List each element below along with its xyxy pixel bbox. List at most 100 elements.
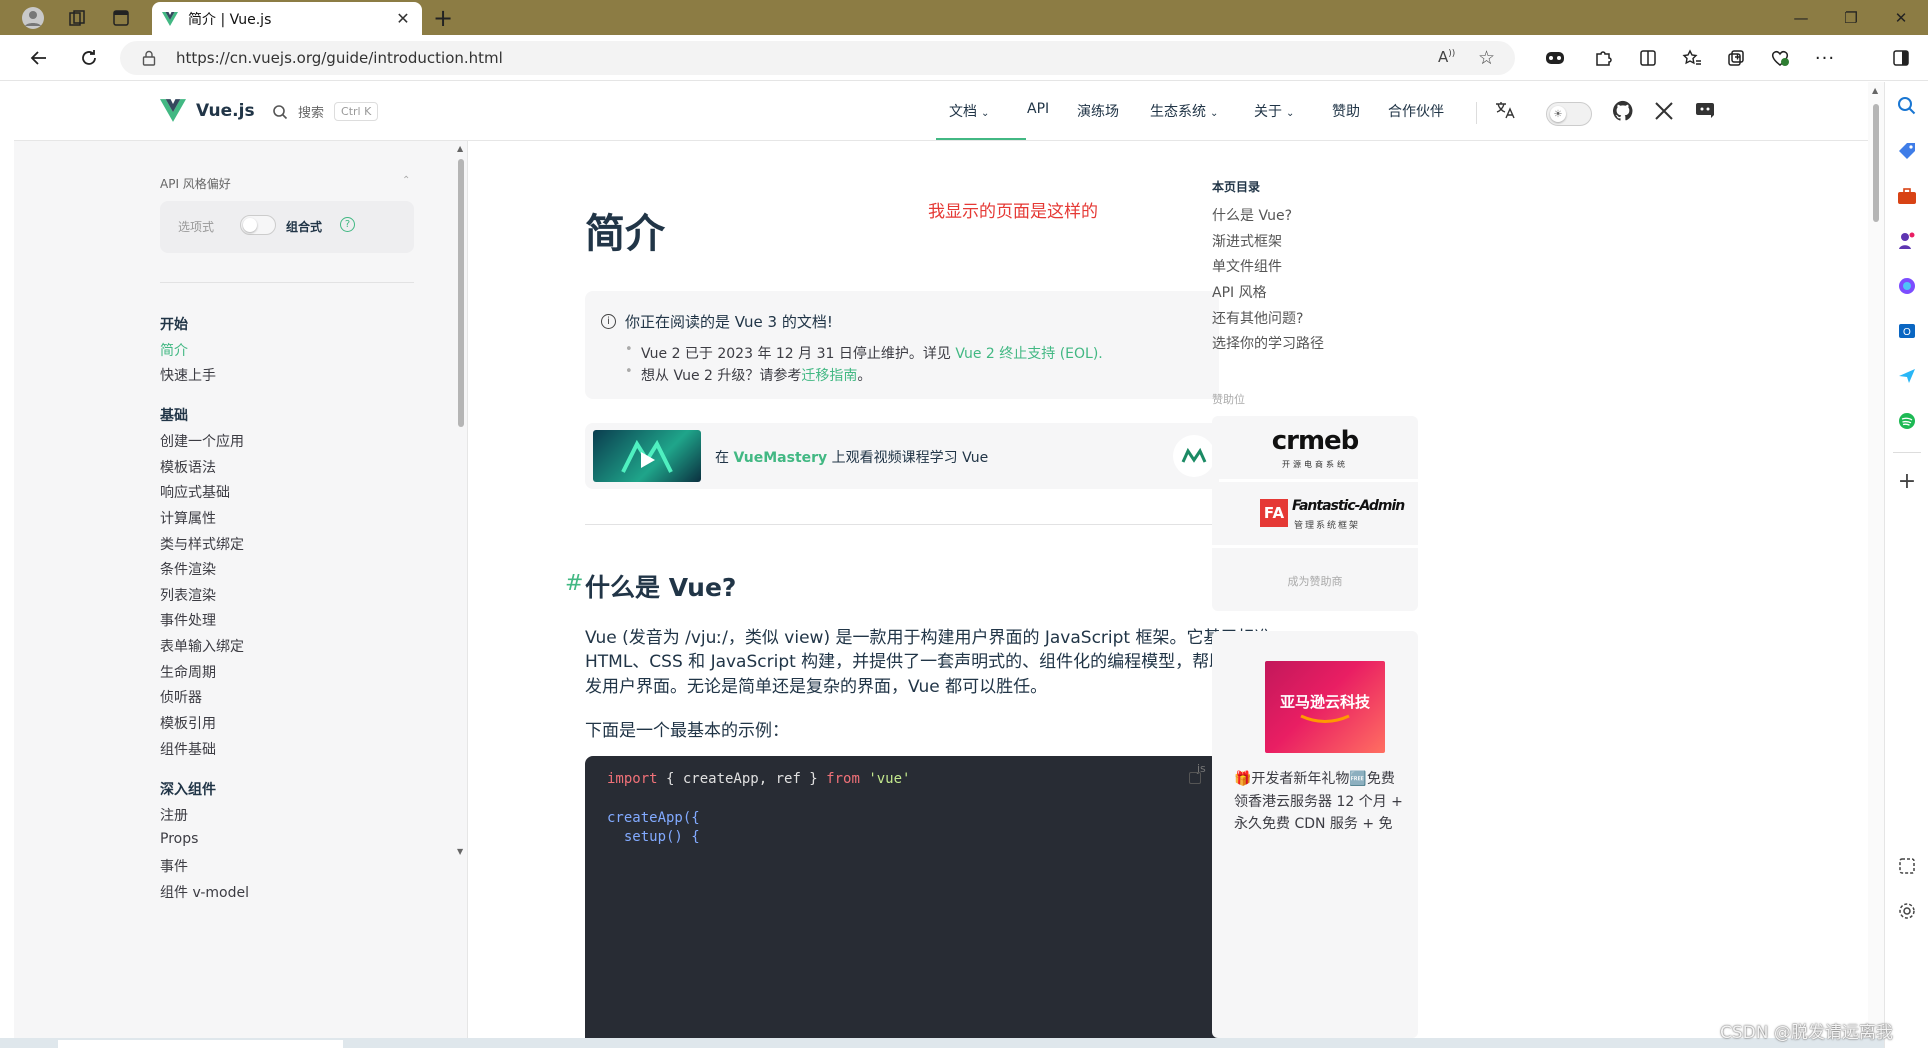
sidebar-item-registration[interactable]: 注册 [160, 805, 188, 825]
screenshot-icon[interactable] [1893, 852, 1921, 880]
scroll-up-arrow-icon[interactable]: ▲ [457, 144, 463, 153]
migration-guide-link[interactable]: 迁移指南 [801, 368, 857, 384]
sidebar-item-v-model[interactable]: 组件 v-model [160, 882, 249, 902]
send-icon[interactable] [1893, 362, 1921, 390]
sidebar-item-template-refs[interactable]: 模板引用 [160, 713, 216, 733]
sidebar-item-watchers[interactable]: 侦听器 [160, 687, 202, 707]
extensions-puzzle-icon[interactable] [1588, 43, 1618, 73]
extension-game-icon[interactable] [1540, 43, 1570, 73]
collections-icon[interactable] [64, 5, 90, 31]
options-api-label[interactable]: 选项式 [178, 218, 214, 235]
toc-item-progressive[interactable]: 渐进式框架 [1212, 231, 1282, 251]
sidebar-item-lifecycle[interactable]: 生命周期 [160, 662, 216, 682]
split-screen-icon[interactable] [1633, 43, 1663, 73]
sidebar-item-reactivity[interactable]: 响应式基础 [160, 482, 230, 502]
page-scroll-up-icon[interactable]: ▲ [1872, 86, 1878, 95]
sidebar-item-introduction[interactable]: 简介 [160, 340, 188, 360]
toc-item-sfc[interactable]: 单文件组件 [1212, 256, 1282, 276]
copy-icon[interactable] [1189, 772, 1201, 784]
vue2-eol-link[interactable]: Vue 2 终止支持 (EOL). [955, 346, 1102, 362]
toc-item-questions[interactable]: 还有其他问题? [1212, 308, 1303, 328]
anchor-hash[interactable]: # [565, 571, 583, 596]
sidebar-item-class-style[interactable]: 类与样式绑定 [160, 534, 244, 554]
toc-item-what-is-vue[interactable]: 什么是 Vue? [1212, 205, 1292, 225]
sidebar-scroll-thumb[interactable] [458, 159, 464, 427]
refresh-icon[interactable] [74, 43, 104, 73]
become-sponsor-label: 成为赞助商 [1287, 575, 1343, 588]
search-icon[interactable] [1893, 92, 1921, 120]
sponsor-fantastic-admin[interactable]: FA Fantastic-Admin 管理系统框架 [1212, 482, 1418, 545]
sidebar-item-quick-start[interactable]: 快速上手 [160, 365, 216, 385]
minimize-icon[interactable]: — [1778, 0, 1824, 35]
toolbox-icon[interactable] [1893, 182, 1921, 210]
outlook-icon[interactable]: O [1893, 317, 1921, 345]
browser-tab-active[interactable]: 简介 | Vue.js ✕ [152, 2, 422, 35]
games-icon[interactable] [1893, 227, 1921, 255]
copilot-icon[interactable] [1893, 272, 1921, 300]
browser-essentials-icon[interactable] [1765, 43, 1795, 73]
add-icon[interactable]: + [1893, 467, 1921, 495]
sidebar-toggle-icon[interactable] [1886, 43, 1916, 73]
nav-about[interactable]: 关于 ⌄ [1254, 101, 1294, 121]
sidebar-scrollbar[interactable]: ▲ ▼ [454, 141, 468, 1038]
sidebar-item-component-events[interactable]: 事件 [160, 856, 188, 876]
search-button[interactable]: 搜索 Ctrl K [272, 102, 379, 121]
sidebar-item-list[interactable]: 列表渲染 [160, 585, 216, 605]
settings-gear-icon[interactable] [1893, 897, 1921, 925]
sidebar-item-props[interactable]: Props [160, 831, 198, 847]
sidebar-item-create-app[interactable]: 创建一个应用 [160, 431, 244, 451]
profile-avatar-icon[interactable] [20, 5, 46, 31]
sidebar-item-template-syntax[interactable]: 模板语法 [160, 457, 216, 477]
sidebar-item-component-basics[interactable]: 组件基础 [160, 739, 216, 759]
composition-api-label[interactable]: 组合式 [286, 218, 322, 235]
more-menu-icon[interactable]: ··· [1810, 43, 1840, 73]
collections-toolbar-icon[interactable] [1721, 43, 1751, 73]
sidebar-item-computed[interactable]: 计算属性 [160, 508, 216, 528]
nav-ecosystem[interactable]: 生态系统 ⌄ [1150, 101, 1218, 121]
api-style-toggle[interactable] [240, 215, 276, 235]
scroll-down-arrow-icon[interactable]: ▼ [457, 847, 463, 856]
favorite-star-icon[interactable]: ☆ [1478, 47, 1495, 69]
nav-sponsor[interactable]: 赞助 [1332, 101, 1360, 121]
translate-icon[interactable] [1494, 99, 1516, 121]
address-bar[interactable]: https://cn.vuejs.org/guide/introduction.… [120, 41, 1515, 75]
ad-card[interactable]: 亚马逊云科技 🎁开发者新年礼物🆓免费 领香港云服务器 12 个月 + 永久免费 … [1212, 631, 1418, 1038]
nav-api[interactable]: API [1027, 101, 1049, 117]
toc-item-learning-path[interactable]: 选择你的学习路径 [1212, 333, 1324, 353]
toc-item-api-styles[interactable]: API 风格 [1212, 282, 1267, 302]
sponsor-crmeb[interactable]: crmeb 开源电商系统 [1212, 416, 1418, 479]
discord-icon[interactable] [1694, 101, 1716, 119]
sidebar-item-events[interactable]: 事件处理 [160, 610, 216, 630]
github-icon[interactable] [1612, 100, 1634, 122]
page-scroll-thumb[interactable] [1873, 104, 1879, 222]
spotify-icon[interactable] [1893, 407, 1921, 435]
tag-icon[interactable] [1893, 137, 1921, 165]
code-imports: { createApp, ref } [657, 771, 827, 787]
search-shortcut: Ctrl K [334, 102, 379, 121]
brand-link[interactable]: Vue.js [160, 99, 255, 122]
page-scrollbar[interactable]: ▲ [1868, 82, 1884, 1048]
become-sponsor-button[interactable]: 成为赞助商 [1212, 548, 1418, 611]
nav-partners[interactable]: 合作伙伴 [1388, 101, 1444, 121]
vuemastery-link[interactable]: VueMastery [733, 450, 827, 466]
new-tab-icon[interactable]: + [430, 5, 456, 31]
close-window-icon[interactable]: ✕ [1878, 0, 1924, 35]
help-icon[interactable]: ? [340, 217, 355, 232]
vuemastery-banner[interactable]: 在 VueMastery 上观看视频课程学习 Vue [585, 423, 1219, 489]
amazon-smile-icon [1300, 714, 1350, 723]
favorites-list-icon[interactable] [1677, 43, 1707, 73]
sidebar-item-conditional[interactable]: 条件渲染 [160, 559, 216, 579]
theme-toggle[interactable]: ☀ [1546, 102, 1592, 126]
nav-docs[interactable]: 文档 ⌄ [949, 101, 989, 121]
tab-close-icon[interactable]: ✕ [394, 9, 412, 28]
tab-actions-icon[interactable] [108, 5, 134, 31]
lock-icon[interactable] [142, 50, 156, 66]
read-aloud-icon[interactable]: A)) [1438, 48, 1455, 66]
nav-playground[interactable]: 演练场 [1077, 101, 1119, 121]
sidebar-divider [160, 282, 414, 283]
x-twitter-icon[interactable] [1654, 101, 1674, 121]
sidebar-item-forms[interactable]: 表单输入绑定 [160, 636, 244, 656]
restore-icon[interactable]: ❐ [1828, 0, 1874, 35]
chevron-up-icon[interactable]: ⌃ [402, 175, 410, 186]
back-icon[interactable] [24, 43, 54, 73]
